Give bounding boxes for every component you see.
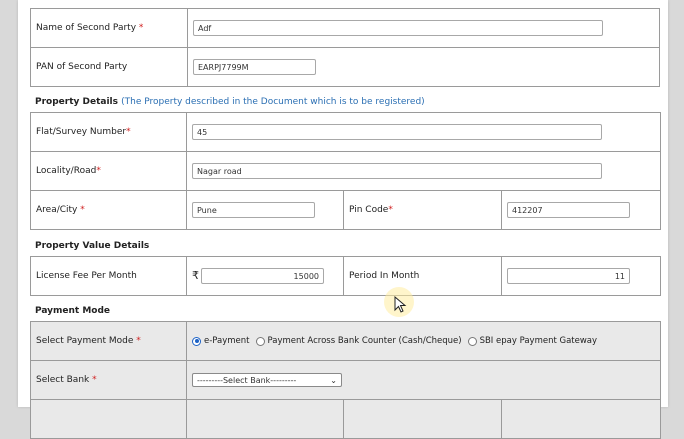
property-value-table: License Fee Per Month ₹ Period In Month: [30, 256, 661, 296]
payment-mode-options: e-Payment Payment Across Bank Counter (C…: [192, 336, 655, 346]
next-row-cell: [343, 399, 502, 439]
locality-road-label: Locality/Road*: [30, 151, 187, 191]
name-second-party-label: Name of Second Party *: [30, 8, 188, 48]
pin-code-input[interactable]: [507, 202, 630, 218]
license-fee-label: License Fee Per Month: [30, 256, 187, 296]
second-party-table: Name of Second Party * PAN of Second Par…: [30, 8, 660, 87]
bank-counter-label[interactable]: Payment Across Bank Counter (Cash/Cheque…: [268, 336, 462, 346]
required-marker: *: [388, 205, 393, 215]
required-marker: *: [136, 336, 141, 346]
select-bank-label: Select Bank *: [30, 360, 187, 400]
pan-second-party-input[interactable]: [193, 59, 316, 75]
property-value-title: Property Value Details: [35, 241, 150, 251]
required-marker: *: [92, 375, 97, 385]
property-details-note: (The Property described in the Document …: [121, 97, 425, 107]
license-fee-input[interactable]: [201, 268, 324, 284]
area-city-label: Area/City *: [30, 190, 187, 230]
required-marker: *: [126, 127, 131, 137]
bank-counter-radio[interactable]: [255, 336, 265, 346]
epayment-label[interactable]: e-Payment: [204, 336, 250, 346]
select-payment-mode-label: Select Payment Mode *: [30, 321, 187, 361]
pan-second-party-label: PAN of Second Party: [30, 47, 188, 87]
next-row-label: [30, 399, 187, 439]
next-row-cell: [500, 399, 662, 439]
required-marker: *: [96, 166, 101, 176]
area-city-input[interactable]: [192, 202, 315, 218]
period-month-input[interactable]: [507, 268, 630, 284]
next-row-cell: [186, 399, 344, 439]
pin-code-label: Pin Code*: [343, 190, 502, 230]
property-details-title: Property Details (The Property described…: [35, 97, 425, 107]
locality-road-input[interactable]: [192, 163, 602, 179]
property-details-table: Flat/Survey Number* Locality/Road* Area/…: [30, 112, 662, 230]
sbi-epay-label[interactable]: SBI epay Payment Gateway: [480, 336, 597, 346]
payment-mode-title: Payment Mode: [35, 306, 111, 316]
flat-survey-label: Flat/Survey Number*: [30, 112, 187, 152]
period-month-label: Period In Month: [343, 256, 502, 296]
flat-survey-input[interactable]: [192, 124, 602, 140]
name-second-party-input[interactable]: [193, 20, 603, 36]
payment-mode-table: Select Payment Mode * e-Payment Payment …: [30, 321, 662, 439]
required-marker: *: [80, 205, 85, 215]
chevron-down-icon: ⌄: [330, 375, 337, 385]
rupee-icon: ₹: [192, 268, 199, 282]
required-marker: *: [138, 23, 144, 33]
select-bank-dropdown[interactable]: ---------Select Bank--------- ⌄: [192, 373, 342, 387]
form-page: Name of Second Party * PAN of Second Par…: [18, 0, 668, 439]
select-bank-value: ---------Select Bank---------: [197, 375, 297, 385]
epayment-radio[interactable]: [192, 336, 201, 346]
sbi-epay-radio[interactable]: [467, 336, 477, 346]
mouse-pointer-icon: [394, 296, 407, 313]
